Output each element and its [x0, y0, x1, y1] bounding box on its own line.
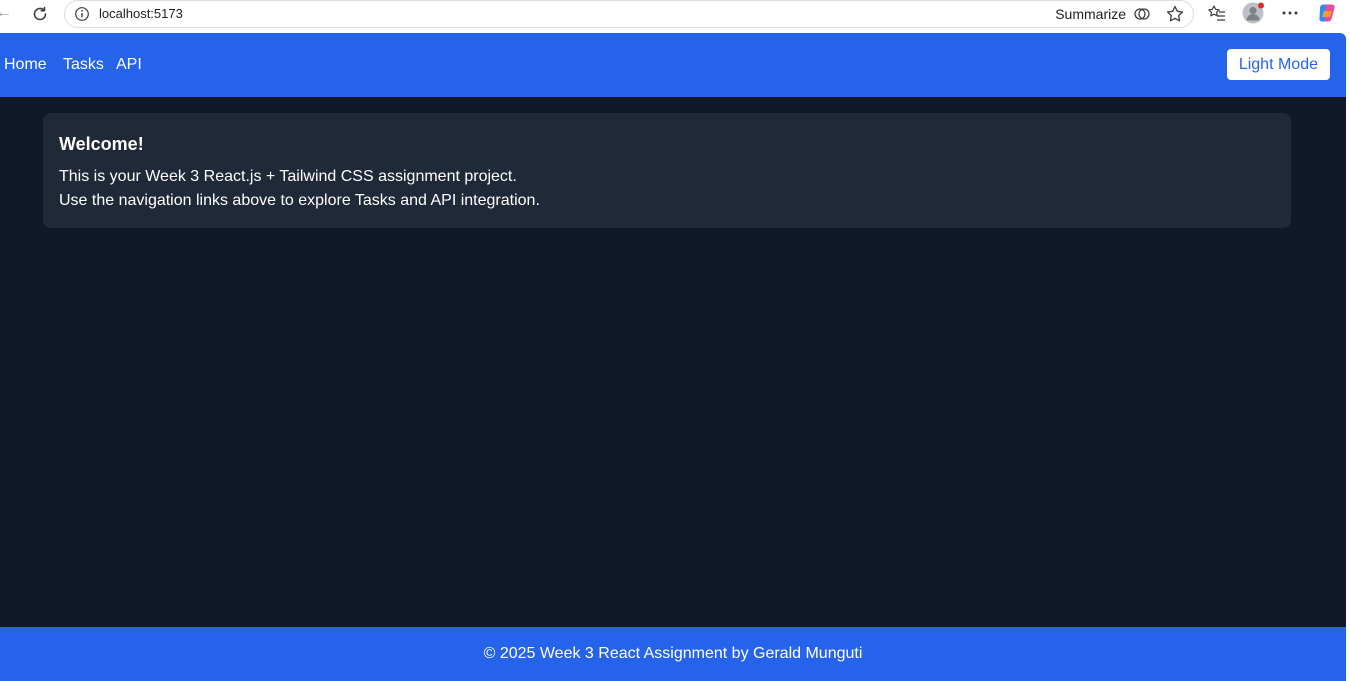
copilot-icon[interactable] [1316, 2, 1338, 24]
favorites-list-icon[interactable] [1206, 2, 1228, 24]
app-navbar: Home Tasks API Light Mode [0, 33, 1346, 97]
favorite-star-icon[interactable] [1165, 4, 1185, 24]
summarize-icon[interactable] [1133, 5, 1151, 23]
back-arrow-icon[interactable]: ← [0, 4, 14, 22]
nav-link-api[interactable]: API [116, 56, 142, 74]
welcome-description-line-1: This is your Week 3 React.js + Tailwind … [59, 168, 517, 185]
url-text[interactable]: localhost:5173 [99, 6, 183, 21]
nav-link-home[interactable]: Home [4, 56, 47, 74]
window-edge [1346, 33, 1350, 681]
address-bar[interactable]: localhost:5173 Summarize [64, 0, 1194, 28]
welcome-title: Welcome! [59, 134, 144, 154]
app-footer: © 2025 Week 3 React Assignment by Gerald… [0, 627, 1346, 681]
profile-avatar-icon[interactable] [1242, 2, 1264, 24]
summarize-button[interactable]: Summarize [1055, 6, 1126, 22]
reload-icon[interactable] [28, 2, 52, 26]
light-mode-button[interactable]: Light Mode [1226, 49, 1330, 80]
info-icon[interactable] [74, 6, 90, 22]
main-content: Welcome! This is your Week 3 React.js + … [0, 97, 1346, 627]
browser-toolbar: ← localhost:5173 Summarize [0, 0, 1350, 33]
welcome-card: Welcome! This is your Week 3 React.js + … [43, 113, 1291, 228]
nav-link-tasks[interactable]: Tasks [63, 56, 104, 74]
more-options-icon[interactable] [1279, 2, 1301, 24]
footer-copyright: © 2025 Week 3 React Assignment by Gerald… [483, 645, 863, 662]
welcome-description-line-2: Use the navigation links above to explor… [59, 192, 540, 209]
